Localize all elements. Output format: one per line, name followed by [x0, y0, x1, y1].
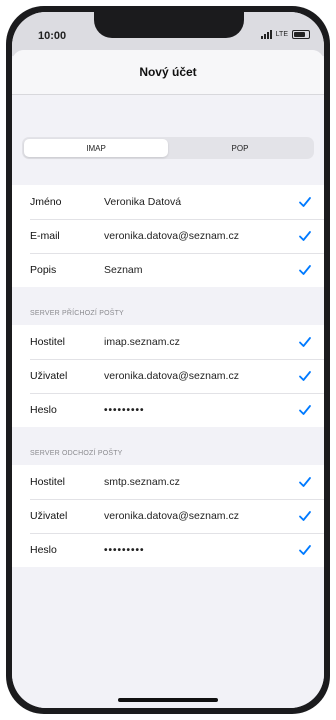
description-label: Popis — [30, 264, 57, 276]
outgoing-host-label: Hostitel — [30, 476, 66, 488]
checkmark-icon — [298, 229, 312, 243]
status-time: 10:00 — [38, 30, 67, 42]
outgoing-password-row[interactable]: Heslo ••••••••• — [12, 533, 324, 567]
page-title: Nový účet — [139, 65, 197, 79]
network-type: LTE — [275, 31, 288, 38]
incoming-password-label: Heslo — [30, 404, 57, 416]
incoming-host-field[interactable]: imap.seznam.cz — [104, 336, 324, 348]
checkmark-icon — [298, 369, 312, 383]
account-type-segmented-control: IMAP POP — [22, 137, 314, 159]
description-field[interactable]: Seznam — [104, 264, 324, 276]
incoming-user-row[interactable]: Uživatel veronika.datova@seznam.cz — [12, 359, 324, 393]
outgoing-password-field[interactable]: ••••••••• — [104, 545, 324, 556]
email-label: E-mail — [30, 230, 60, 242]
segment-pop[interactable]: POP — [168, 139, 312, 157]
outgoing-host-row[interactable]: Hostitel smtp.seznam.cz — [12, 465, 324, 499]
checkmark-icon — [298, 335, 312, 349]
navigation-bar: Nový účet — [12, 50, 324, 95]
signal-icon — [260, 30, 272, 39]
incoming-password-row[interactable]: Heslo ••••••••• — [12, 393, 324, 427]
battery-icon — [292, 30, 310, 39]
checkmark-icon — [298, 263, 312, 277]
incoming-server-group: Hostitel imap.seznam.cz Uživatel veronik… — [12, 325, 324, 427]
email-row[interactable]: E-mail veronika.datova@seznam.cz — [12, 219, 324, 253]
incoming-password-field[interactable]: ••••••••• — [104, 405, 324, 416]
account-type-section: IMAP POP — [12, 95, 324, 159]
name-label: Jméno — [30, 196, 62, 208]
checkmark-icon — [298, 509, 312, 523]
outgoing-password-label: Heslo — [30, 544, 57, 556]
outgoing-user-row[interactable]: Uživatel veronika.datova@seznam.cz — [12, 499, 324, 533]
segment-imap[interactable]: IMAP — [24, 139, 168, 157]
new-account-sheet: Nový účet IMAP POP Jméno Veronika Datová… — [12, 50, 324, 708]
checkmark-icon — [298, 195, 312, 209]
phone-frame: 10:00 LTE Nový účet IMAP POP Jméno Veron… — [6, 6, 330, 714]
incoming-server-header: SERVER PŘÍCHOZÍ POŠTY — [12, 287, 324, 325]
status-indicators: LTE — [260, 30, 310, 39]
outgoing-server-group: Hostitel smtp.seznam.cz Uživatel veronik… — [12, 465, 324, 567]
outgoing-user-field[interactable]: veronika.datova@seznam.cz — [104, 510, 324, 522]
screen: 10:00 LTE Nový účet IMAP POP Jméno Veron… — [12, 12, 324, 708]
name-field[interactable]: Veronika Datová — [104, 196, 324, 208]
email-field[interactable]: veronika.datova@seznam.cz — [104, 230, 324, 242]
checkmark-icon — [298, 475, 312, 489]
name-row[interactable]: Jméno Veronika Datová — [12, 185, 324, 219]
incoming-server-title: SERVER PŘÍCHOZÍ POŠTY — [30, 310, 124, 317]
outgoing-server-header: SERVER ODCHOZÍ POŠTY — [12, 427, 324, 465]
incoming-user-label: Uživatel — [30, 370, 68, 382]
incoming-host-label: Hostitel — [30, 336, 66, 348]
checkmark-icon — [298, 543, 312, 557]
home-indicator[interactable] — [118, 698, 218, 702]
outgoing-server-title: SERVER ODCHOZÍ POŠTY — [30, 450, 123, 457]
incoming-user-field[interactable]: veronika.datova@seznam.cz — [104, 370, 324, 382]
description-row[interactable]: Popis Seznam — [12, 253, 324, 287]
account-info-group: Jméno Veronika Datová E-mail veronika.da… — [12, 185, 324, 287]
outgoing-host-field[interactable]: smtp.seznam.cz — [104, 476, 324, 488]
notch — [94, 12, 244, 38]
checkmark-icon — [298, 403, 312, 417]
outgoing-user-label: Uživatel — [30, 510, 68, 522]
incoming-host-row[interactable]: Hostitel imap.seznam.cz — [12, 325, 324, 359]
